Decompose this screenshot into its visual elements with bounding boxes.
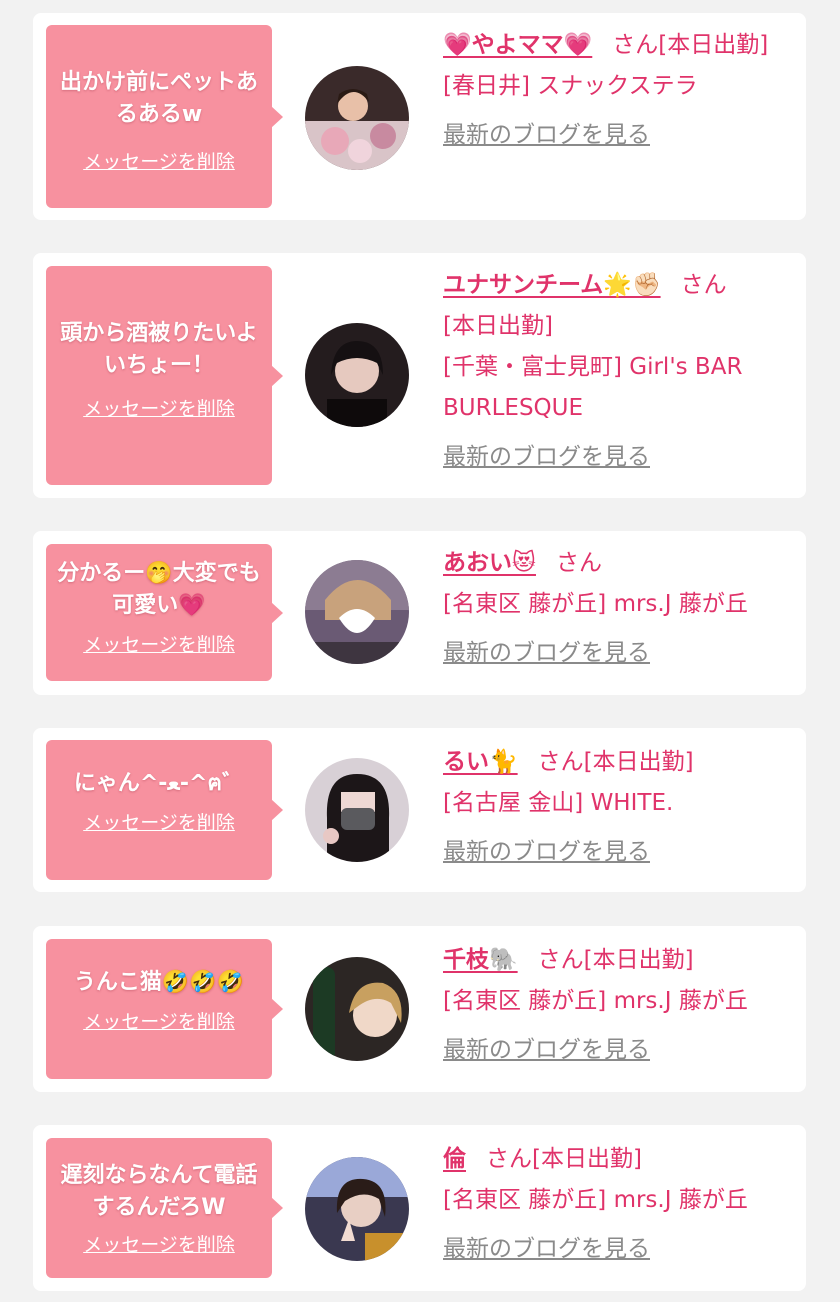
message-card: にゃん^-ﻌ-^ฅ゛ メッセージを削除 るい🐈 さん[本日出勤] [名古屋 金山]…: [33, 728, 806, 892]
delete-message-link[interactable]: メッセージを削除: [54, 1232, 264, 1258]
message-card: 分かるー🤭大変でも可愛い💗 メッセージを削除 あおい😻 さん [名東区 藤が丘] …: [33, 531, 806, 695]
location-text: [名東区 藤が丘] mrs.J 藤が丘: [443, 591, 748, 617]
delete-message-link[interactable]: メッセージを削除: [54, 149, 264, 175]
card-info: 💗やよママ💗 さん[本日出勤] [春日井] スナックステラ 最新のブログを見る: [443, 25, 793, 156]
card-info: 倫さん[本日出勤] [名東区 藤が丘] mrs.J 藤が丘 最新のブログを見る: [443, 1139, 793, 1270]
honorific: さん: [486, 1146, 532, 1172]
message-bubble: にゃん^-ﻌ-^ฅ゛ メッセージを削除: [46, 740, 283, 880]
honorific: さん: [537, 947, 584, 973]
avatar[interactable]: [305, 323, 409, 427]
message-text: 頭から酒被りたいよいちょー！: [60, 321, 258, 378]
message-bubble: 遅刻ならなんて電話するんだろW メッセージを削除: [46, 1138, 283, 1278]
message-card: 出かけ前にペットあるあるw メッセージを削除 💗やよママ💗 さん[本日出勤] [春…: [33, 13, 806, 220]
delete-message-link[interactable]: メッセージを削除: [54, 396, 264, 422]
message-text: 出かけ前にペットあるあるw: [59, 70, 258, 127]
message-text: 分かるー🤭大変でも可愛い💗: [57, 561, 261, 618]
user-name-link[interactable]: 千枝🐘: [443, 947, 518, 973]
card-info: るい🐈 さん[本日出勤] [名古屋 金山] WHITE. 最新のブログを見る: [443, 742, 793, 873]
view-blog-link[interactable]: 最新のブログを見る: [443, 1229, 650, 1270]
card-info: ユナサンチーム🌟✊🏻 さん [本日出勤] [千葉・富士見町] Girl's BAR…: [443, 265, 793, 478]
honorific: さん: [680, 272, 727, 298]
avatar[interactable]: [305, 560, 409, 664]
message-bubble: 分かるー🤭大変でも可愛い💗 メッセージを削除: [46, 544, 283, 681]
message-text: 遅刻ならなんて電話するんだろW: [60, 1163, 258, 1220]
user-name-link[interactable]: ユナサンチーム🌟✊🏻: [443, 272, 661, 298]
delete-message-link[interactable]: メッセージを削除: [54, 632, 264, 658]
location-text: [名古屋 金山] WHITE.: [443, 790, 674, 816]
status-text: [本日出勤]: [583, 749, 694, 775]
card-info: 千枝🐘 さん[本日出勤] [名東区 藤が丘] mrs.J 藤が丘 最新のブログを見…: [443, 940, 793, 1071]
user-name-link[interactable]: あおい😻: [443, 550, 536, 576]
honorific: さん: [555, 550, 602, 576]
honorific: さん: [612, 32, 659, 58]
honorific: さん: [537, 749, 584, 775]
view-blog-link[interactable]: 最新のブログを見る: [443, 437, 650, 478]
delete-message-link[interactable]: メッセージを削除: [54, 810, 264, 836]
user-name-link[interactable]: 💗やよママ💗: [443, 32, 592, 58]
user-name-link[interactable]: るい🐈: [443, 749, 518, 775]
status-text: [本日出勤]: [583, 947, 694, 973]
user-name-link[interactable]: 倫: [443, 1146, 466, 1172]
card-info: あおい😻 さん [名東区 藤が丘] mrs.J 藤が丘 最新のブログを見る: [443, 543, 793, 674]
view-blog-link[interactable]: 最新のブログを見る: [443, 633, 650, 674]
message-card: うんこ猫🤣🤣🤣 メッセージを削除 千枝🐘 さん[本日出勤] [名東区 藤が丘] m…: [33, 926, 806, 1092]
location-text: [名東区 藤が丘] mrs.J 藤が丘: [443, 988, 748, 1014]
message-bubble: うんこ猫🤣🤣🤣 メッセージを削除: [46, 939, 283, 1079]
avatar[interactable]: [305, 758, 409, 862]
message-bubble: 頭から酒被りたいよいちょー！ メッセージを削除: [46, 266, 283, 485]
location-text: [千葉・富士見町] Girl's BAR BURLESQUE: [443, 354, 743, 421]
view-blog-link[interactable]: 最新のブログを見る: [443, 1030, 650, 1071]
status-text: [本日出勤]: [532, 1146, 642, 1172]
view-blog-link[interactable]: 最新のブログを見る: [443, 115, 650, 156]
avatar[interactable]: [305, 66, 409, 170]
view-blog-link[interactable]: 最新のブログを見る: [443, 832, 650, 873]
message-text: にゃん^-ﻌ-^ฅ゛: [73, 771, 245, 796]
avatar[interactable]: [305, 1157, 409, 1261]
status-text: [本日出勤]: [658, 32, 769, 58]
delete-message-link[interactable]: メッセージを削除: [54, 1009, 264, 1035]
message-card: 頭から酒被りたいよいちょー！ メッセージを削除 ユナサンチーム🌟✊🏻 さん [本日…: [33, 253, 806, 498]
status-text: [本日出勤]: [443, 313, 553, 339]
location-text: [春日井] スナックステラ: [443, 73, 698, 99]
message-card: 遅刻ならなんて電話するんだろW メッセージを削除 倫さん[本日出勤] [名東区 …: [33, 1125, 806, 1291]
message-bubble: 出かけ前にペットあるあるw メッセージを削除: [46, 25, 283, 208]
avatar[interactable]: [305, 957, 409, 1061]
location-text: [名東区 藤が丘] mrs.J 藤が丘: [443, 1187, 748, 1213]
message-text: うんこ猫🤣🤣🤣: [73, 970, 245, 995]
